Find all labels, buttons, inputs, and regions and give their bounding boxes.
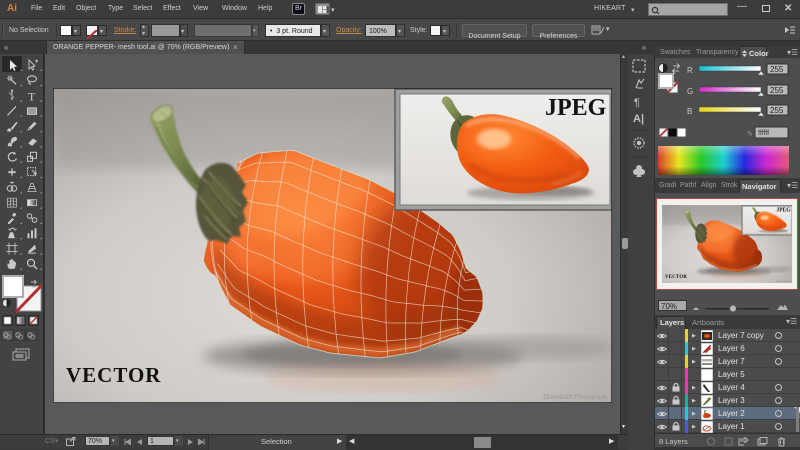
svg-text:¶: ¶ — [634, 97, 640, 109]
svg-text:A|: A| — [633, 113, 644, 125]
svg-text:T: T — [28, 90, 36, 104]
svg-text:VECTOR: VECTOR — [66, 363, 161, 387]
svg-text:B: B — [687, 107, 692, 116]
svg-text:✎: ✎ — [747, 131, 753, 138]
svg-text:255: 255 — [770, 106, 784, 115]
svg-text:255: 255 — [770, 86, 784, 95]
svg-text:255: 255 — [770, 65, 784, 74]
svg-text:G: G — [687, 87, 693, 96]
svg-text:R: R — [687, 66, 693, 75]
svg-text:JPEG: JPEG — [545, 95, 607, 121]
svg-text:Download Photograph: Download Photograph — [542, 393, 608, 401]
svg-text:ffffff: ffffff — [758, 130, 769, 137]
